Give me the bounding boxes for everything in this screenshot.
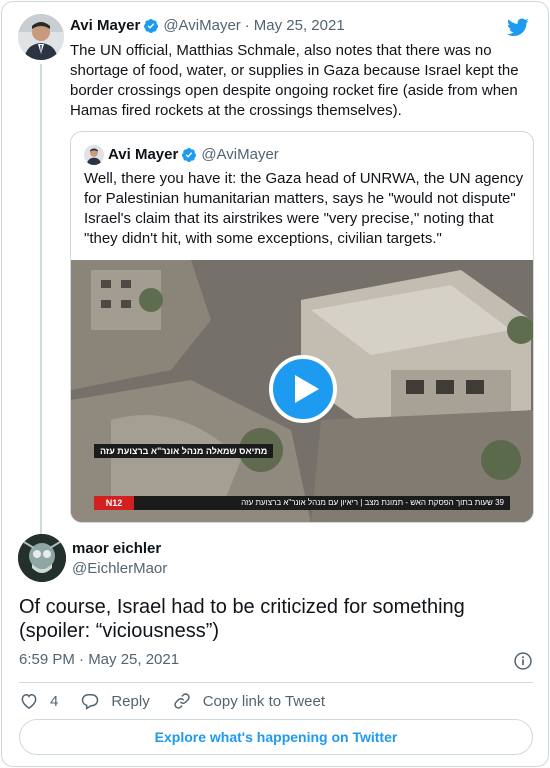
header-separator: · [244,17,250,34]
play-video-icon[interactable] [269,355,337,423]
like-button[interactable]: 4 [19,691,58,711]
link-icon [173,693,190,709]
author-handle[interactable]: @AviMayer [163,17,240,34]
quoted-tweet-header: Avi Mayer @AviMayer [108,146,279,163]
embedded-tweet-card: Avi Mayer @AviMayer · May 25, 2021 The U… [1,1,549,767]
channel-logo: N12 [94,496,134,510]
video-news-ticker: 39 שעות בתוך הפסקת האש - תמונת מצב | ריא… [94,496,510,510]
quoted-tweet[interactable]: Avi Mayer @AviMayer Well, there you have… [70,131,534,523]
verified-badge-icon [144,18,159,33]
reply-bubble-icon [82,694,99,710]
like-count: 4 [50,692,59,710]
reply-author-handle[interactable]: @EichlerMaor [72,560,167,577]
reply-label: Reply [111,692,150,710]
reply-timestamp[interactable]: 6:59 PM · May 25, 2021 [19,651,179,668]
author-name[interactable]: Avi Mayer [70,17,140,34]
quoted-author-handle: @AviMayer [201,146,279,163]
copy-link-label: Copy link to Tweet [202,692,325,710]
quoted-tweet-text: Well, there you have it: the Gaza head o… [84,170,524,247]
thread-connector-line [40,64,42,534]
twitter-bird-icon[interactable] [506,16,530,38]
copy-link-button[interactable]: Copy link to Tweet [172,691,325,711]
heart-icon [21,693,37,709]
video-caption-overlay: מתיאס שמאלה מנהל אונר"א ברצועת עזה [94,444,274,458]
quoted-author-name: Avi Mayer [108,146,179,163]
quoted-author-avatar [84,145,104,165]
ticker-text: 39 שעות בתוך הפסקת האש - תמונת מצב | ריא… [241,498,504,507]
explore-twitter-button[interactable]: Explore what's happening on Twitter [19,719,533,755]
tweet-body-text: The UN official, Matthias Schmale, also … [70,42,519,119]
verified-badge-icon [182,147,197,162]
divider [19,682,533,683]
maor-eichler-avatar[interactable] [18,534,66,582]
reply-button[interactable]: Reply [80,691,150,711]
tweet-header: Avi Mayer @AviMayer · May 25, 2021 [70,17,345,34]
reply-body-text: Of course, Israel had to be criticized f… [19,596,465,642]
tweet-date[interactable]: May 25, 2021 [254,17,345,34]
avi-mayer-avatar[interactable] [18,14,64,60]
reply-author-name[interactable]: maor eichler [72,540,161,557]
tweet-actions: 4 Reply Copy link to Tweet [19,691,347,711]
info-icon[interactable] [513,651,533,671]
